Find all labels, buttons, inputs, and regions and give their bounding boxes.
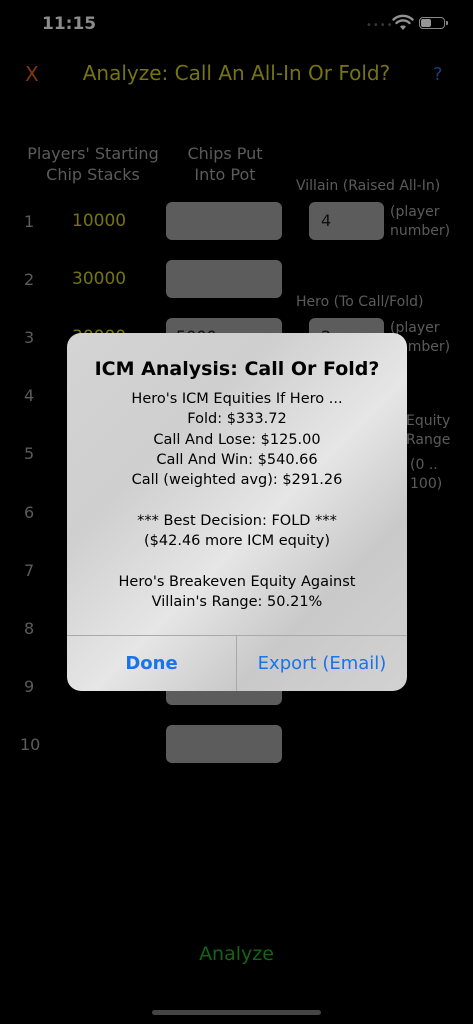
export-email-button[interactable]: Export (Email) xyxy=(237,636,407,691)
done-button[interactable]: Done xyxy=(67,636,236,691)
icm-analysis-alert: ICM Analysis: Call Or Fold? Hero's ICM E… xyxy=(67,333,407,691)
alert-title: ICM Analysis: Call Or Fold? xyxy=(94,358,380,380)
alert-message: Hero's ICM Equities If Hero ... Fold: $3… xyxy=(118,391,356,610)
